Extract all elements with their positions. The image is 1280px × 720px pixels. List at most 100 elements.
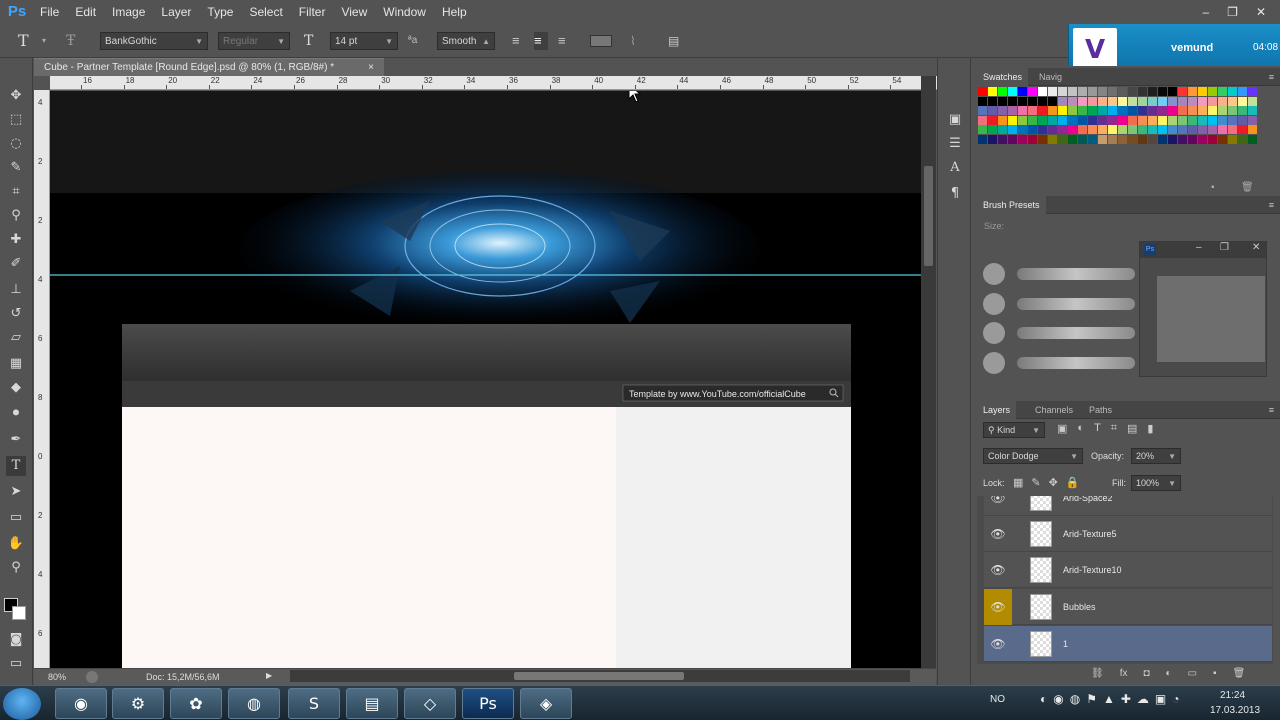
color-swatch[interactable] xyxy=(1128,106,1137,115)
font-family-select[interactable]: BankGothic ▼ xyxy=(100,32,208,50)
blur-tool-icon[interactable]: ◆ xyxy=(6,378,26,398)
color-swatch[interactable] xyxy=(1088,96,1097,106)
color-swatch[interactable] xyxy=(1198,134,1207,144)
color-swatch[interactable] xyxy=(1158,134,1167,144)
tab-navigator[interactable]: Navig xyxy=(1033,68,1068,86)
blend-mode-select[interactable]: Color Dodge ▼ xyxy=(983,448,1083,464)
color-swatch[interactable] xyxy=(1108,115,1117,125)
color-swatch[interactable] xyxy=(1088,87,1097,96)
color-swatch[interactable] xyxy=(1048,87,1057,96)
pen-tool-icon[interactable]: ✒ xyxy=(6,430,26,450)
color-swatch[interactable] xyxy=(1168,87,1177,96)
color-swatch[interactable] xyxy=(1148,125,1157,134)
color-swatch[interactable] xyxy=(1168,115,1177,125)
color-swatch[interactable] xyxy=(1088,125,1097,134)
color-swatch[interactable] xyxy=(1228,96,1237,106)
color-swatch[interactable] xyxy=(1008,87,1017,96)
color-swatch[interactable] xyxy=(1208,115,1217,125)
language-indicator[interactable]: NO xyxy=(990,694,1005,705)
menu-window[interactable]: Window xyxy=(377,0,436,24)
color-swatch[interactable] xyxy=(998,106,1007,115)
character-panel-icon[interactable]: ▤ xyxy=(668,32,684,50)
menu-layer[interactable]: Layer xyxy=(155,0,201,24)
menu-type[interactable]: Type xyxy=(201,0,243,24)
color-swatch[interactable] xyxy=(1078,96,1087,106)
color-swatch[interactable] xyxy=(1058,96,1067,106)
color-swatch[interactable] xyxy=(1018,87,1027,96)
color-swatch[interactable] xyxy=(1088,106,1097,115)
color-swatch[interactable] xyxy=(978,87,987,96)
color-swatch[interactable] xyxy=(1018,115,1027,125)
color-swatch[interactable] xyxy=(988,125,997,134)
type-tool-icon[interactable]: T xyxy=(6,456,26,476)
color-swatch[interactable] xyxy=(1048,125,1057,134)
color-swatch[interactable] xyxy=(1188,106,1197,115)
align-center-icon[interactable]: ≡ xyxy=(534,32,548,50)
color-swatch[interactable] xyxy=(1128,134,1137,144)
color-swatch[interactable] xyxy=(1028,87,1037,96)
color-swatch[interactable] xyxy=(1138,134,1147,144)
menu-edit[interactable]: Edit xyxy=(69,0,106,24)
tab-paths[interactable]: Paths xyxy=(1083,401,1118,419)
clock-date[interactable]: 17.03.2013 xyxy=(1210,705,1260,716)
color-swatch[interactable] xyxy=(1228,125,1237,134)
layer-row[interactable]: 👁 Arid-Texture10 xyxy=(984,552,1272,588)
color-swatch[interactable] xyxy=(998,125,1007,134)
lock-all-icon[interactable]: 🔒 xyxy=(1066,476,1080,489)
color-swatch[interactable] xyxy=(1228,115,1237,125)
color-swatch[interactable] xyxy=(1028,96,1037,106)
brush-tool-icon[interactable]: ✐ xyxy=(6,254,26,274)
path-selection-tool-icon[interactable]: ➤ xyxy=(6,482,26,502)
color-swatch[interactable] xyxy=(988,106,997,115)
opacity-input[interactable]: 20% ▼ xyxy=(1131,448,1181,464)
color-swatch[interactable] xyxy=(1068,115,1077,125)
character-panel-icon[interactable]: A xyxy=(945,158,965,178)
hand-tool-icon[interactable]: ✋ xyxy=(6,534,26,554)
color-swatch[interactable] xyxy=(998,115,1007,125)
document-tab[interactable]: Cube - Partner Template [Round Edge].psd… xyxy=(34,58,384,76)
color-swatch[interactable] xyxy=(1178,87,1187,96)
eye-icon[interactable]: 👁 xyxy=(984,626,1012,662)
fill-input[interactable]: 100% ▼ xyxy=(1131,475,1181,491)
color-swatch[interactable] xyxy=(1238,125,1247,134)
color-swatch[interactable] xyxy=(1018,134,1027,144)
menu-filter[interactable]: Filter xyxy=(293,0,336,24)
color-swatch[interactable] xyxy=(1078,87,1087,96)
color-swatch[interactable] xyxy=(998,134,1007,144)
gradient-tool-icon[interactable]: ▦ xyxy=(6,354,26,374)
font-size-select[interactable]: 14 pt ▼ xyxy=(330,32,398,50)
color-swatch[interactable] xyxy=(1178,115,1187,125)
type-tool-icon[interactable]: T xyxy=(18,32,38,50)
color-swatch[interactable] xyxy=(1118,125,1127,134)
swatches-grid[interactable] xyxy=(978,87,1260,144)
properties-panel-icon[interactable]: ☰ xyxy=(945,134,965,154)
steam-taskbar-icon[interactable]: ⚙ xyxy=(112,688,164,719)
color-swatch[interactable] xyxy=(1188,115,1197,125)
add-mask-icon[interactable]: ◘ xyxy=(1143,668,1149,679)
color-swatch[interactable] xyxy=(1158,125,1167,134)
antialias-select[interactable]: Smooth ▲ xyxy=(437,32,495,50)
color-swatch[interactable] xyxy=(1208,96,1217,106)
color-swatch[interactable] xyxy=(1138,87,1147,96)
start-button[interactable] xyxy=(3,688,41,720)
color-swatch[interactable] xyxy=(1218,134,1227,144)
color-swatch[interactable] xyxy=(978,134,987,144)
color-swatch[interactable] xyxy=(1248,125,1257,134)
panel-menu-icon[interactable]: ≡ xyxy=(1269,405,1274,415)
eyedropper-tool-icon[interactable]: ⚲ xyxy=(6,206,26,226)
color-swatch[interactable] xyxy=(1148,96,1157,106)
status-menu-arrow-icon[interactable]: ▶ xyxy=(266,671,272,680)
color-swatch[interactable] xyxy=(1178,96,1187,106)
color-swatch[interactable] xyxy=(1038,106,1047,115)
color-swatch[interactable] xyxy=(1238,87,1247,96)
chrome-taskbar-icon[interactable]: ◉ xyxy=(55,688,107,719)
orientation-toggle-icon[interactable]: Ŧ xyxy=(66,32,84,50)
lock-position-icon[interactable]: ✥ xyxy=(1049,476,1058,489)
color-swatch[interactable] xyxy=(1008,96,1017,106)
layer-style-icon[interactable]: fx xyxy=(1120,668,1128,679)
vertical-scrollbar[interactable] xyxy=(921,76,936,668)
status-info-icon[interactable] xyxy=(86,671,98,683)
color-swatch[interactable] xyxy=(978,125,987,134)
new-layer-icon[interactable]: ▪ xyxy=(1213,668,1217,679)
color-swatch[interactable] xyxy=(1228,106,1237,115)
